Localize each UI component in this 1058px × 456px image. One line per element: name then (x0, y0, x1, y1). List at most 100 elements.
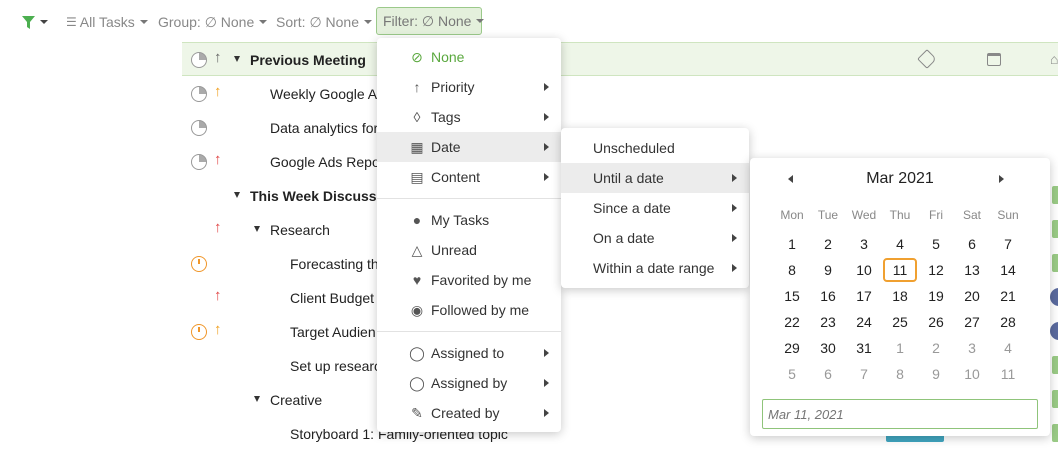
calendar-day[interactable]: 12 (919, 258, 953, 282)
group-label: Group: ∅ None (158, 13, 255, 30)
calendar-day[interactable]: 8 (883, 362, 917, 386)
calendar-day[interactable]: 15 (775, 284, 809, 308)
calendar-day[interactable]: 9 (811, 258, 845, 282)
submenu-arrow-icon (544, 379, 549, 387)
next-month-icon[interactable] (999, 175, 1004, 183)
prev-month-icon[interactable] (788, 175, 793, 183)
calendar-day[interactable]: 6 (955, 232, 989, 256)
calendar-day[interactable]: 28 (991, 310, 1025, 334)
calendar-day[interactable]: 20 (955, 284, 989, 308)
submenu-arrow-icon (544, 173, 549, 181)
calendar-day[interactable]: 4 (883, 232, 917, 256)
calendar-day[interactable]: 25 (883, 310, 917, 334)
calendar-day[interactable]: 7 (991, 232, 1025, 256)
filter-content-item[interactable]: ▤ Content (377, 162, 561, 192)
task-group-row[interactable]: ↑ Previous Meeting ⌂ (182, 42, 1058, 76)
calendar-day[interactable]: 18 (883, 284, 917, 308)
date-since-item[interactable]: Since a date (561, 193, 749, 223)
filter-followed-item[interactable]: ◉ Followed by me (377, 295, 561, 325)
filter-priority-item[interactable]: ↑ Priority (377, 72, 561, 102)
date-input[interactable] (762, 399, 1038, 429)
sort-select[interactable]: Sort: ∅ None (276, 12, 373, 32)
tag-icon[interactable] (917, 49, 937, 69)
calendar-day[interactable]: 31 (847, 336, 881, 360)
heart-icon: ♥ (412, 272, 422, 288)
person-outline-icon: ◯ (409, 374, 425, 391)
tag-chip[interactable] (1052, 356, 1058, 374)
tag-chip[interactable] (1052, 390, 1058, 408)
tag-chip[interactable] (1052, 254, 1058, 272)
calendar-day[interactable]: 17 (847, 284, 881, 308)
task-label: Data analytics for (270, 120, 379, 136)
date-until-item[interactable]: Until a date (561, 163, 749, 193)
tag-chip[interactable] (1052, 424, 1058, 442)
filter-menu: ⊘ None ↑ Priority ◊ Tags ▦ Date ▤ Conten… (377, 38, 561, 432)
calendar-day[interactable]: 11 (883, 258, 917, 282)
calendar-day[interactable]: 3 (847, 232, 881, 256)
calendar-day[interactable]: 2 (919, 336, 953, 360)
calendar-day[interactable]: 30 (811, 336, 845, 360)
calendar-day[interactable]: 6 (811, 362, 845, 386)
filter-tags-item[interactable]: ◊ Tags (377, 102, 561, 132)
calendar-day[interactable]: 14 (991, 258, 1025, 282)
menu-item-label: Unread (431, 242, 477, 258)
calendar-day[interactable]: 22 (775, 310, 809, 334)
calendar-day[interactable]: 9 (919, 362, 953, 386)
view-label: All Tasks (79, 14, 135, 30)
date-range-item[interactable]: Within a date range (561, 253, 749, 283)
date-unscheduled-item[interactable]: Unscheduled (561, 133, 749, 163)
filter-toggle-button[interactable] (22, 12, 48, 32)
filter-my-tasks-item[interactable]: ● My Tasks (377, 205, 561, 235)
calendar-day[interactable]: 11 (991, 362, 1025, 386)
calendar-day[interactable]: 24 (847, 310, 881, 334)
calendar-day[interactable]: 1 (883, 336, 917, 360)
calendar-day[interactable]: 27 (955, 310, 989, 334)
person-icon[interactable]: ⌂ (1050, 51, 1058, 67)
filter-unread-item[interactable]: △ Unread (377, 235, 561, 265)
calendar-day[interactable]: 16 (811, 284, 845, 308)
calendar-day[interactable]: 10 (955, 362, 989, 386)
arrow-up-icon: ↑ (214, 219, 222, 236)
menu-item-label: On a date (593, 230, 655, 246)
view-select[interactable]: ☰ All Tasks (66, 12, 148, 32)
submenu-arrow-icon (732, 204, 737, 212)
collapse-triangle-icon[interactable] (234, 192, 240, 198)
collapse-triangle-icon[interactable] (254, 396, 260, 402)
calendar-day[interactable]: 26 (919, 310, 953, 334)
filter-assigned-by-item[interactable]: ◯ Assigned by (377, 368, 561, 398)
calendar-day[interactable]: 5 (919, 232, 953, 256)
filter-select[interactable]: Filter: ∅ None (376, 7, 485, 35)
filter-favorited-item[interactable]: ♥ Favorited by me (377, 265, 561, 295)
tag-chip[interactable] (1052, 186, 1058, 204)
submenu-arrow-icon (544, 143, 549, 151)
tag-chip[interactable] (1052, 220, 1058, 238)
circle-slash-icon: ⊘ (411, 48, 423, 65)
calendar-icon: ▦ (410, 138, 424, 155)
calendar-day[interactable]: 4 (991, 336, 1025, 360)
calendar-day[interactable]: 2 (811, 232, 845, 256)
calendar-day[interactable]: 7 (847, 362, 881, 386)
filter-none-item[interactable]: ⊘ None (377, 42, 561, 72)
menu-item-label: Tags (431, 109, 461, 125)
calendar-day[interactable]: 19 (919, 284, 953, 308)
calendar-day[interactable]: 13 (955, 258, 989, 282)
group-select[interactable]: Group: ∅ None (158, 12, 268, 32)
filter-label: Filter: ∅ None (383, 12, 472, 29)
filter-assigned-to-item[interactable]: ◯ Assigned to (377, 338, 561, 368)
collapse-triangle-icon[interactable] (254, 226, 260, 232)
calendar-day[interactable]: 5 (775, 362, 809, 386)
filter-date-item[interactable]: ▦ Date (377, 132, 561, 162)
chevron-down-icon (259, 20, 268, 24)
filter-created-by-item[interactable]: ✎ Created by (377, 398, 561, 428)
calendar-day[interactable]: 1 (775, 232, 809, 256)
calendar-day[interactable]: 21 (991, 284, 1025, 308)
date-on-item[interactable]: On a date (561, 223, 749, 253)
task-row[interactable]: ↑ Weekly Google A (182, 77, 1058, 111)
calendar-day[interactable]: 29 (775, 336, 809, 360)
calendar-icon[interactable] (987, 53, 1001, 66)
calendar-day[interactable]: 10 (847, 258, 881, 282)
calendar-day[interactable]: 8 (775, 258, 809, 282)
collapse-triangle-icon[interactable] (234, 56, 240, 62)
calendar-day[interactable]: 23 (811, 310, 845, 334)
calendar-day[interactable]: 3 (955, 336, 989, 360)
